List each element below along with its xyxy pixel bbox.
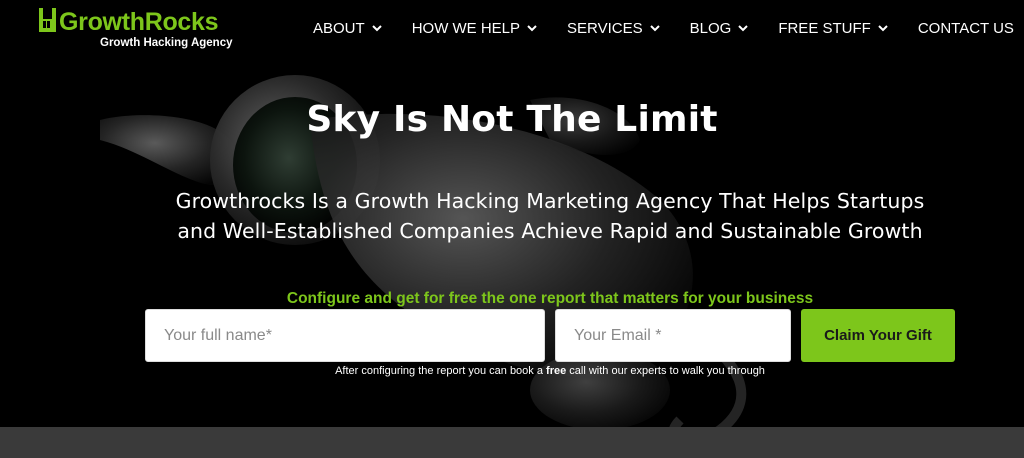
form-note-bold: free [546, 365, 567, 377]
nav-item-label: ABOUT [313, 19, 365, 37]
chevron-down-icon [527, 25, 537, 32]
email-input[interactable] [555, 309, 791, 362]
brand-tagline: Growth Hacking Agency [100, 37, 233, 49]
nav-item-about[interactable]: ABOUT [313, 20, 382, 37]
page: GrowthRocks Growth Hacking Agency ABOUT … [0, 0, 1024, 458]
main-nav: ABOUT HOW WE HELP SERVICES BLOG FREE STU… [313, 17, 1014, 39]
form-note-text: After configuring the report you can boo… [335, 365, 547, 377]
rock-hand-icon [39, 8, 56, 32]
chevron-down-icon [878, 25, 888, 32]
brand-logo[interactable]: GrowthRocks Growth Hacking Agency [38, 6, 238, 56]
nav-item-how-we-help[interactable]: HOW WE HELP [412, 20, 537, 37]
bottom-section-edge [0, 427, 1024, 458]
form-note-text-end: call with our experts to walk you throug… [566, 365, 765, 377]
claim-gift-button[interactable]: Claim Your Gift [801, 309, 955, 362]
hero-subtitle: Growthrocks Is a Growth Hacking Marketin… [80, 186, 1020, 246]
form-note: After configuring the report you can boo… [80, 365, 1020, 377]
full-name-input[interactable] [145, 309, 545, 362]
nav-item-blog[interactable]: BLOG [690, 20, 749, 37]
site-header: GrowthRocks Growth Hacking Agency ABOUT … [0, 0, 1024, 60]
form-heading: Configure and get for free the one repor… [286, 290, 814, 307]
hero-title: Sky Is Not The Limit [306, 99, 718, 140]
hero-subtitle-line-2: and Well-Established Companies Achieve R… [177, 219, 923, 243]
nav-item-label: BLOG [689, 19, 732, 37]
hero-subtitle-line-1: Growthrocks Is a Growth Hacking Marketin… [175, 189, 925, 213]
nav-item-label: HOW WE HELP [411, 19, 521, 37]
nav-item-contact-us[interactable]: CONTACT US [918, 20, 1014, 37]
chevron-down-icon [738, 25, 749, 32]
nav-item-free-stuff[interactable]: FREE STUFF [778, 20, 888, 37]
chevron-down-icon [371, 25, 382, 32]
chevron-down-icon [649, 25, 660, 32]
nav-item-services[interactable]: SERVICES [567, 20, 660, 37]
nav-item-label: CONTACT US [917, 19, 1014, 37]
nav-item-label: SERVICES [567, 19, 643, 37]
brand-name: GrowthRocks [59, 8, 219, 36]
nav-item-label: FREE STUFF [778, 19, 871, 37]
